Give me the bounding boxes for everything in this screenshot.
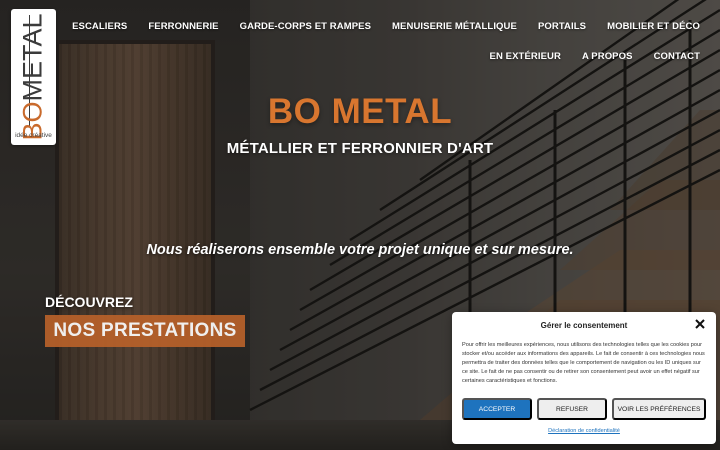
close-icon[interactable] xyxy=(694,318,706,330)
refuse-button[interactable]: REFUSER xyxy=(537,398,607,420)
discover-label: DÉCOUVREZ xyxy=(45,294,133,310)
nav-item-portails[interactable]: PORTAILS xyxy=(538,21,586,32)
nav-row-1: ESCALIERS FERRONNERIE GARDE-CORPS ET RAM… xyxy=(72,14,700,38)
nav-item-ferronnerie[interactable]: FERRONNERIE xyxy=(148,21,218,32)
privacy-link[interactable]: Déclaration de confidentialité xyxy=(452,428,716,434)
nav-item-menuiserie[interactable]: MENUISERIE MÉTALLIQUE xyxy=(392,21,517,32)
logo-metal: METAL xyxy=(17,13,48,102)
cookie-buttons: ACCEPTER REFUSER VOIR LES PRÉFÉRENCES xyxy=(462,398,706,420)
nav-item-escaliers[interactable]: ESCALIERS xyxy=(72,21,127,32)
cookie-title: Gérer le consentement xyxy=(540,321,628,330)
nav-row-2: EN EXTÉRIEUR A PROPOS CONTACT xyxy=(100,44,700,68)
accept-button[interactable]: ACCEPTER xyxy=(462,398,532,420)
preferences-button[interactable]: VOIR LES PRÉFÉRENCES xyxy=(612,398,706,420)
hero-title: BO METAL xyxy=(267,92,453,131)
cookie-text: Pour offrir les meilleures expériences, … xyxy=(462,342,705,384)
nav-item-garde-corps[interactable]: GARDE-CORPS ET RAMPES xyxy=(240,21,371,32)
nav-item-a-propos[interactable]: A PROPOS xyxy=(582,51,633,62)
hero-subtitle: MÉTALLIER ET FERRONNIER D'ART xyxy=(226,140,494,157)
services-button[interactable]: NOS PRESTATIONS xyxy=(45,315,245,347)
nav-item-contact[interactable]: CONTACT xyxy=(654,51,700,62)
cookie-consent-modal: Gérer le consentement Pour offrir les me… xyxy=(452,312,716,444)
logo-tagline: idée créative xyxy=(15,132,52,139)
nav-item-exterieur[interactable]: EN EXTÉRIEUR xyxy=(490,51,561,62)
nav-item-mobilier[interactable]: MOBILIER ET DÉCO xyxy=(607,21,700,32)
hero-tagline: Nous réaliserons ensemble votre projet u… xyxy=(146,242,574,258)
main-navigation: ESCALIERS FERRONNERIE GARDE-CORPS ET RAM… xyxy=(72,14,700,68)
